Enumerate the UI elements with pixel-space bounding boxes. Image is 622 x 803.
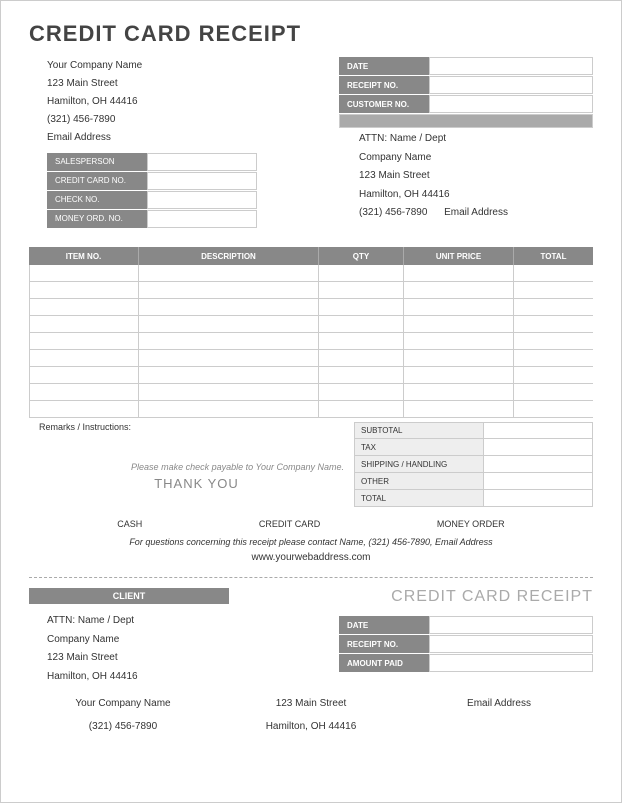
table-row[interactable] — [29, 401, 593, 418]
ship-input[interactable] — [484, 456, 593, 473]
stub-receipt-input[interactable] — [429, 635, 593, 653]
tax-label: TAX — [354, 439, 484, 456]
customer-input[interactable] — [429, 95, 593, 113]
ship-label: SHIPPING / HANDLING — [354, 456, 484, 473]
attn-city: Hamilton, OH 44416 — [359, 186, 593, 205]
questions-note: For questions concerning this receipt pl… — [29, 537, 593, 547]
footer-row-2: (321) 456-7890 Hamilton, OH 44416 — [29, 721, 593, 732]
stub-receipt-label: RECEIPT NO. — [339, 635, 429, 653]
attn-street: 123 Main Street — [359, 167, 593, 186]
other-input[interactable] — [484, 473, 593, 490]
pay-cc: CREDIT CARD — [259, 519, 320, 529]
table-row[interactable] — [29, 265, 593, 282]
stub-attn: ATTN: Name / Dept — [47, 612, 339, 631]
other-label: OTHER — [354, 473, 484, 490]
client-label: CLIENT — [29, 588, 229, 604]
table-row[interactable] — [29, 367, 593, 384]
payment-type-row: CASH CREDIT CARD MONEY ORDER — [29, 519, 593, 529]
stub-left: ATTN: Name / Dept Company Name 123 Main … — [29, 612, 339, 686]
remarks-label: Remarks / Instructions: — [39, 422, 354, 432]
table-row[interactable] — [29, 282, 593, 299]
items-header: ITEM NO. DESCRIPTION QTY UNIT PRICE TOTA… — [29, 247, 593, 265]
company-phone: (321) 456-7890 — [47, 111, 339, 129]
attn-name: ATTN: Name / Dept — [359, 130, 593, 149]
subtotal-label: SUBTOTAL — [354, 422, 484, 439]
stub-body: ATTN: Name / Dept Company Name 123 Main … — [29, 612, 593, 686]
table-row[interactable] — [29, 350, 593, 367]
remarks-totals-row: Remarks / Instructions: Please make chec… — [29, 422, 593, 507]
attn-block: ATTN: Name / Dept Company Name 123 Main … — [339, 130, 593, 223]
stub-city: Hamilton, OH 44416 — [47, 668, 339, 687]
total-input[interactable] — [484, 490, 593, 507]
tax-input[interactable] — [484, 439, 593, 456]
stub-amount-input[interactable] — [429, 654, 593, 672]
table-row[interactable] — [29, 299, 593, 316]
col-desc: DESCRIPTION — [139, 247, 319, 265]
col-qty: QTY — [319, 247, 404, 265]
check-input[interactable] — [147, 191, 257, 209]
pay-mo: MONEY ORDER — [437, 519, 505, 529]
money-input[interactable] — [147, 210, 257, 228]
attn-contact: (321) 456-7890 Email Address — [359, 204, 593, 223]
receipt-label: RECEIPT NO. — [339, 76, 429, 94]
date-input[interactable] — [429, 57, 593, 75]
receipt-page: CREDIT CARD RECEIPT Your Company Name 12… — [0, 0, 622, 803]
stub-amount-label: AMOUNT PAID — [339, 654, 429, 672]
table-row[interactable] — [29, 316, 593, 333]
total-label: TOTAL — [354, 490, 484, 507]
col-price: UNIT PRICE — [404, 247, 514, 265]
totals-section: SUBTOTAL TAX SHIPPING / HANDLING OTHER T… — [354, 422, 593, 507]
company-name: Your Company Name — [47, 57, 339, 75]
header-stripe — [339, 114, 593, 128]
company-street: 123 Main Street — [47, 75, 339, 93]
page-title: CREDIT CARD RECEIPT — [29, 21, 593, 47]
remarks-section: Remarks / Instructions: Please make chec… — [29, 422, 354, 507]
date-label: DATE — [339, 57, 429, 75]
footer-street: 123 Main Street — [217, 698, 405, 709]
stub-company: Company Name — [47, 631, 339, 650]
payable-note: Please make check payable to Your Compan… — [39, 462, 354, 472]
receipt-input[interactable] — [429, 76, 593, 94]
company-city: Hamilton, OH 44416 — [47, 93, 339, 111]
footer-empty — [405, 721, 593, 732]
footer-row-1: Your Company Name 123 Main Street Email … — [29, 698, 593, 709]
footer-phone: (321) 456-7890 — [29, 721, 217, 732]
pay-cash: CASH — [117, 519, 142, 529]
stub-street: 123 Main Street — [47, 649, 339, 668]
check-label: CHECK NO. — [47, 191, 147, 209]
money-label: MONEY ORD. NO. — [47, 210, 147, 228]
table-row[interactable] — [29, 384, 593, 401]
meta-block: DATE RECEIPT NO. CUSTOMER NO. ATTN: Name… — [339, 57, 593, 229]
tear-line — [29, 577, 593, 578]
footer-email: Email Address — [405, 698, 593, 709]
salesperson-label: SALESPERSON — [47, 153, 147, 171]
sales-block: SALESPERSON CREDIT CARD NO. CHECK NO. MO… — [47, 153, 339, 228]
table-row[interactable] — [29, 333, 593, 350]
customer-label: CUSTOMER NO. — [339, 95, 429, 113]
cc-label: CREDIT CARD NO. — [47, 172, 147, 190]
thank-you: THANK YOU — [39, 476, 354, 491]
subtotal-input[interactable] — [484, 422, 593, 439]
items-body — [29, 265, 593, 418]
stub-right: DATE RECEIPT NO. AMOUNT PAID — [339, 616, 593, 686]
stub-date-label: DATE — [339, 616, 429, 634]
company-email: Email Address — [47, 129, 339, 147]
footer-city: Hamilton, OH 44416 — [217, 721, 405, 732]
footer-company: Your Company Name — [29, 698, 217, 709]
stub-header: CLIENT CREDIT CARD RECEIPT — [29, 588, 593, 606]
company-block: Your Company Name 123 Main Street Hamilt… — [29, 57, 339, 229]
header-section: Your Company Name 123 Main Street Hamilt… — [29, 57, 593, 229]
stub-date-input[interactable] — [429, 616, 593, 634]
cc-input[interactable] — [147, 172, 257, 190]
salesperson-input[interactable] — [147, 153, 257, 171]
attn-company: Company Name — [359, 149, 593, 168]
stub-title: CREDIT CARD RECEIPT — [391, 588, 593, 606]
web-url: www.yourwebaddress.com — [29, 552, 593, 563]
col-item: ITEM NO. — [29, 247, 139, 265]
col-total: TOTAL — [514, 247, 593, 265]
